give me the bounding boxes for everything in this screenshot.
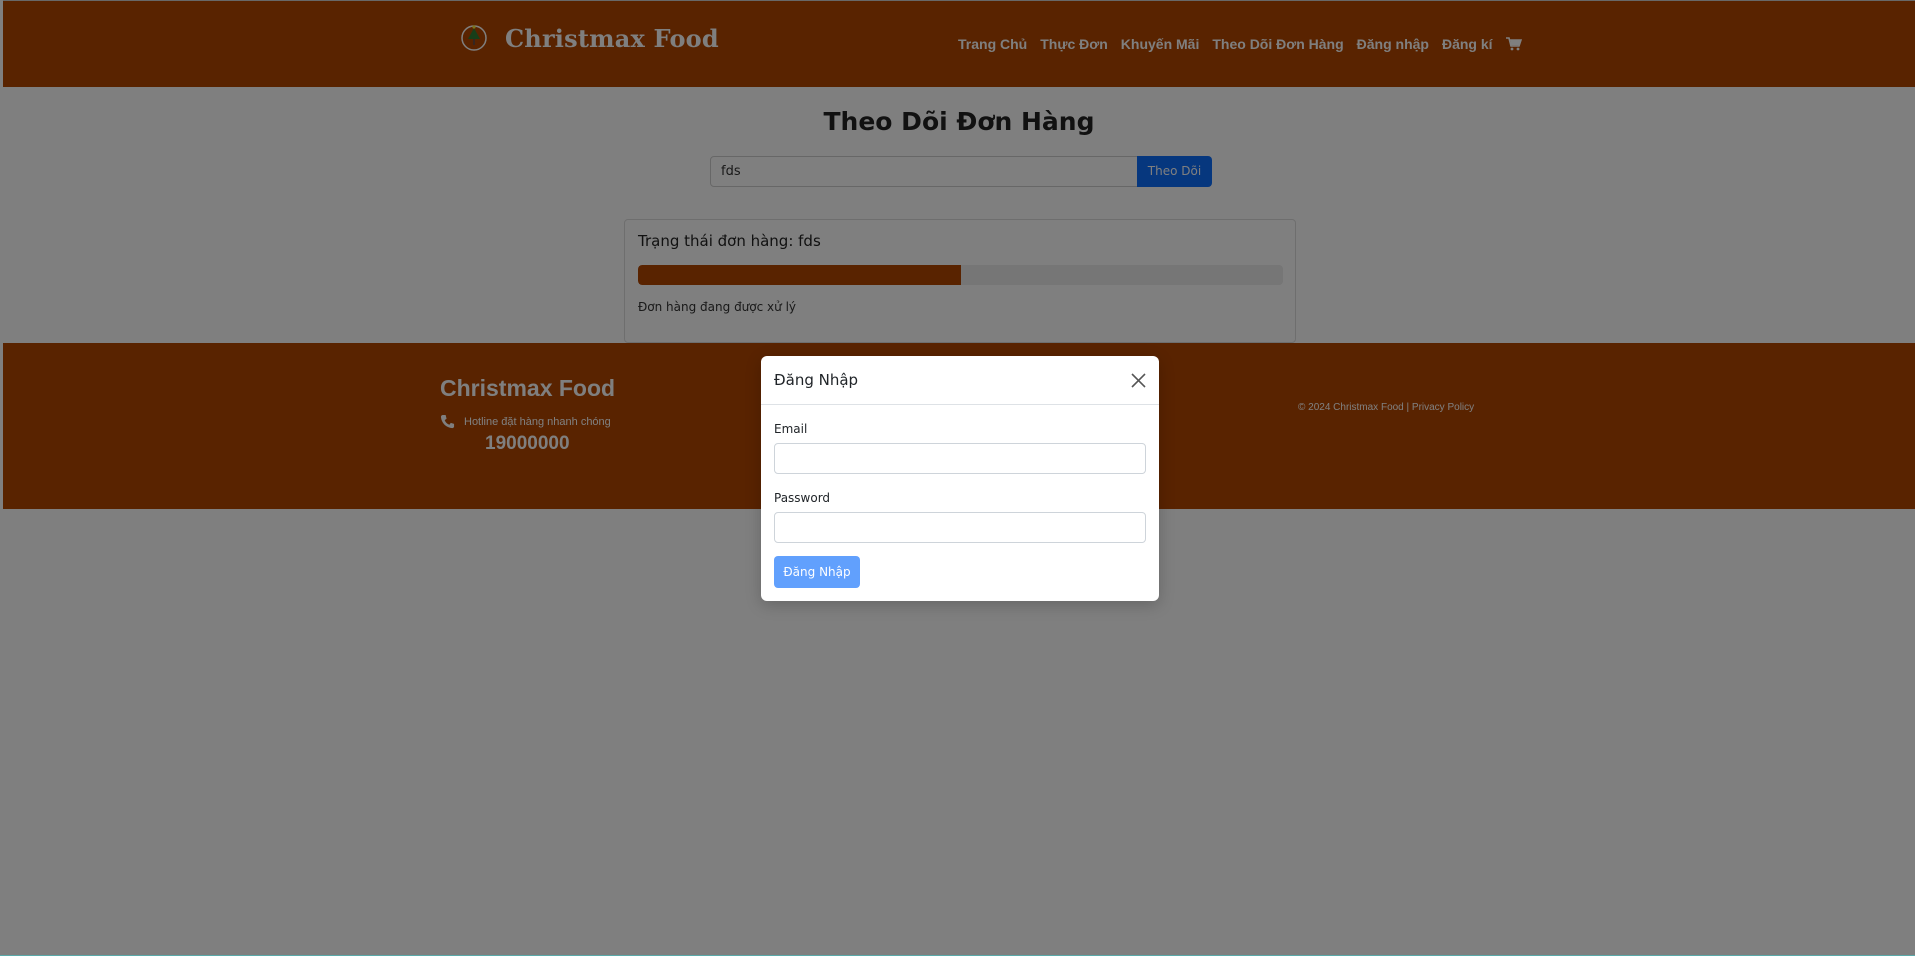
password-field[interactable] — [774, 512, 1146, 543]
window-bottom-edge — [0, 955, 1915, 961]
password-label: Password — [774, 491, 831, 505]
login-modal-title: Đăng Nhập — [774, 371, 859, 389]
login-modal: Đăng Nhập Email Password Đăng Nhập — [761, 356, 1159, 601]
email-field[interactable] — [774, 443, 1146, 474]
login-modal-header: Đăng Nhập — [761, 356, 1159, 405]
login-submit-button[interactable]: Đăng Nhập — [774, 556, 860, 588]
email-label: Email — [774, 422, 808, 436]
close-icon[interactable] — [1130, 372, 1147, 389]
